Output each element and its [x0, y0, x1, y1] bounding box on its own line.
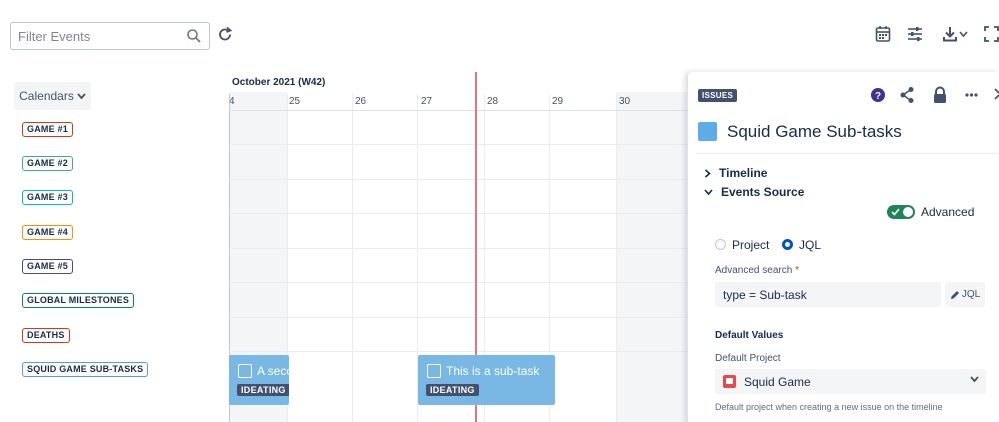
- month-label: October 2021 (W42): [232, 77, 326, 88]
- jql-button-label: JQL: [961, 289, 981, 300]
- radio-project[interactable]: [715, 239, 726, 250]
- advanced-toggle[interactable]: [887, 205, 915, 219]
- project-avatar-icon: [723, 375, 736, 388]
- advanced-search-label-text: Advanced search: [715, 265, 793, 276]
- subtask-icon: [427, 364, 441, 378]
- advanced-search-label: Advanced search *: [715, 265, 799, 276]
- svg-text:?: ?: [875, 91, 881, 102]
- calendar-label-squid-game-sub-tasks[interactable]: SQUID GAME SUB-TASKS: [22, 362, 149, 377]
- refresh-icon[interactable]: [216, 26, 234, 44]
- calendar-label-global-milestones[interactable]: GLOBAL MILESTONES: [22, 293, 135, 308]
- download-icon[interactable]: [942, 25, 958, 43]
- radio-jql-label: JQL: [799, 238, 822, 252]
- calendar-label-game-4[interactable]: GAME #4: [22, 225, 73, 240]
- header-divider: [229, 110, 687, 111]
- panel-title: Squid Game Sub-tasks: [727, 122, 902, 141]
- close-icon[interactable]: [994, 88, 999, 100]
- section-events-source[interactable]: Events Source: [704, 185, 804, 199]
- row-divider: [229, 317, 687, 318]
- weekend-column: [616, 92, 687, 422]
- filter-events-input[interactable]: [11, 23, 181, 49]
- search-icon[interactable]: [186, 28, 202, 44]
- event-card[interactable]: A secc IDEATING: [229, 355, 289, 405]
- jql-editor-button[interactable]: JQL: [945, 282, 985, 307]
- section-timeline-label: Timeline: [719, 166, 768, 180]
- panel-divider: [696, 153, 999, 154]
- status-badge: IDEATING: [237, 384, 289, 396]
- event-title: A secc: [257, 364, 289, 378]
- event-card[interactable]: This is a sub-task IDEATING: [418, 355, 555, 405]
- issues-badge: ISSUES: [698, 89, 738, 102]
- default-project-select[interactable]: Squid Game: [715, 369, 986, 394]
- calendars-dropdown[interactable]: Calendars: [14, 82, 91, 110]
- chevron-down-icon: [77, 92, 86, 99]
- section-events-source-label: Events Source: [721, 185, 805, 199]
- chevron-down-icon: [704, 188, 713, 195]
- row-divider: [229, 144, 687, 145]
- issue-type-swatch: [698, 122, 717, 141]
- row-divider: [229, 282, 687, 283]
- chevron-down-icon: [970, 376, 979, 383]
- check-icon: [891, 208, 900, 216]
- row-divider: [229, 351, 687, 352]
- lock-icon[interactable]: [932, 86, 948, 104]
- calendar-label-game-5[interactable]: GAME #5: [22, 259, 73, 274]
- share-icon[interactable]: [899, 86, 915, 104]
- calendar-label-game-3[interactable]: GAME #3: [22, 190, 73, 205]
- default-values-title: Default Values: [715, 330, 784, 341]
- default-project-value: Squid Game: [744, 375, 811, 389]
- required-mark: *: [795, 265, 799, 276]
- help-icon[interactable]: ?: [870, 86, 886, 104]
- timeline-grid[interactable]: October 2021 (W42) 4 25 26 27 28 29 30 A…: [229, 72, 687, 422]
- advanced-label: Advanced: [921, 205, 975, 219]
- chevron-down-icon[interactable]: [959, 31, 968, 38]
- more-icon[interactable]: [965, 92, 978, 98]
- issue-details-panel: ISSUES ? Squid Game Sub-tasks Timeline E…: [687, 72, 999, 422]
- chevron-right-icon: [704, 168, 711, 178]
- toggle-knob: [903, 207, 913, 217]
- calendar-icon[interactable]: [875, 25, 891, 43]
- day-label: 30: [619, 96, 631, 107]
- day-label: 27: [421, 96, 433, 107]
- radio-project-label: Project: [732, 238, 770, 252]
- pencil-icon: [950, 290, 959, 299]
- day-label: 29: [552, 96, 564, 107]
- section-timeline[interactable]: Timeline: [704, 166, 767, 180]
- row-divider: [229, 248, 687, 249]
- sliders-icon[interactable]: [906, 25, 924, 43]
- status-badge: IDEATING: [426, 384, 479, 396]
- row-divider: [229, 213, 687, 214]
- row-divider: [229, 179, 687, 180]
- day-label: 26: [355, 96, 367, 107]
- calendars-label: Calendars: [19, 89, 74, 103]
- calendar-label-game-1[interactable]: GAME #1: [22, 122, 73, 137]
- subtask-icon: [238, 364, 252, 378]
- calendar-label-game-2[interactable]: GAME #2: [22, 156, 73, 171]
- filter-events[interactable]: [10, 22, 210, 50]
- event-title: This is a sub-task: [446, 364, 540, 378]
- day-label: 25: [289, 96, 301, 107]
- default-project-hint: Default project when creating a new issu…: [715, 402, 943, 412]
- jql-query-input[interactable]: type = Sub-task: [715, 282, 941, 307]
- radio-jql[interactable]: [782, 239, 793, 250]
- default-project-label: Default Project: [715, 353, 781, 364]
- calendar-label-deaths[interactable]: DEATHS: [22, 328, 70, 343]
- day-label: 28: [487, 96, 499, 107]
- fullscreen-icon[interactable]: [984, 25, 999, 43]
